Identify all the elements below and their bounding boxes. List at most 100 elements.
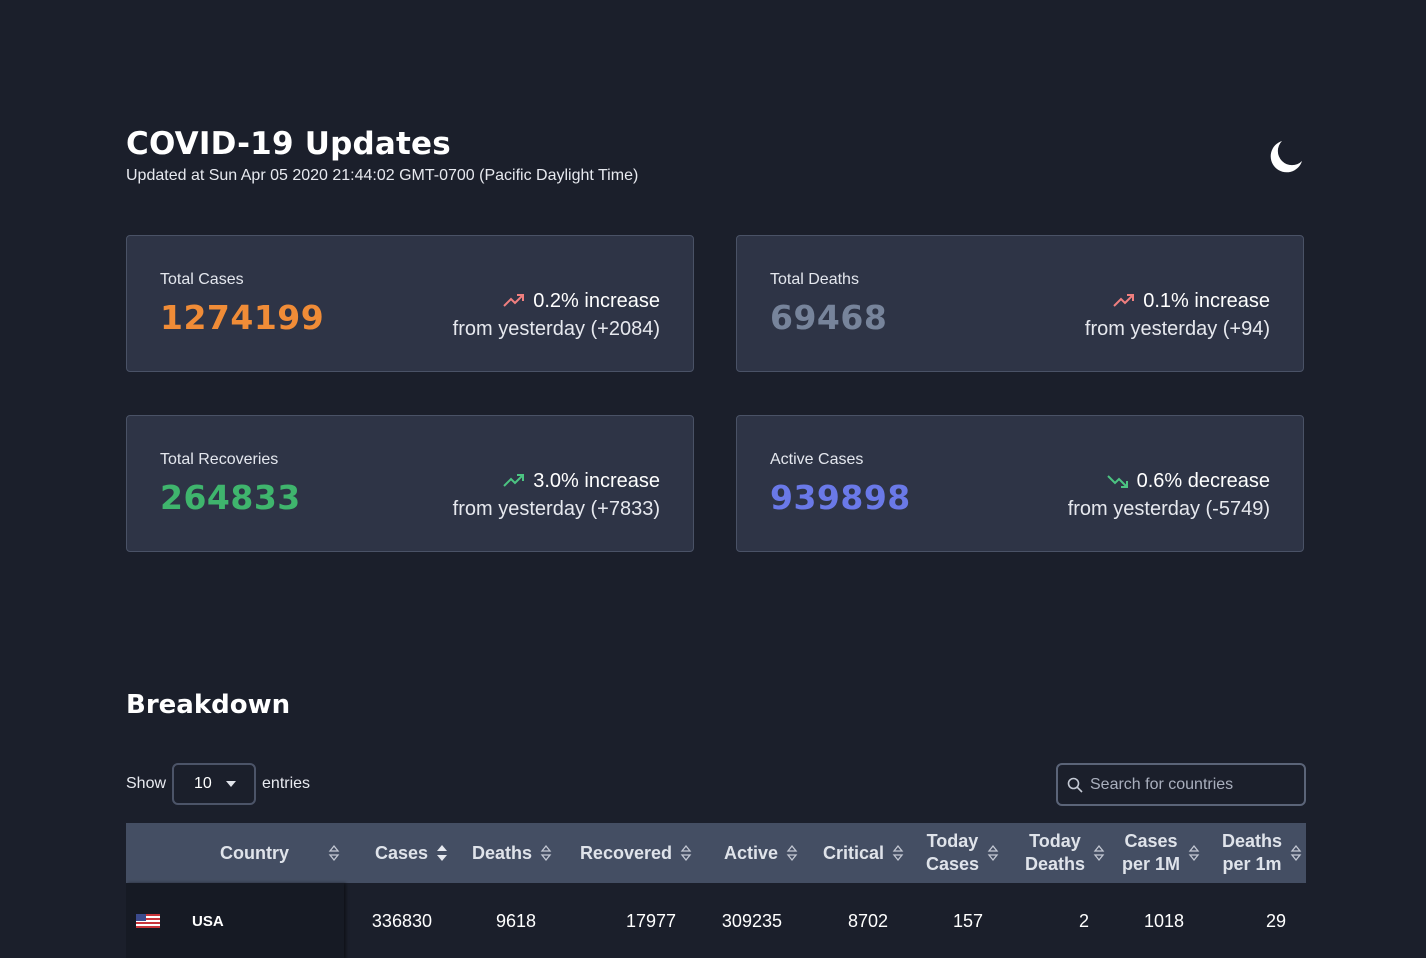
- sort-icon: [987, 844, 999, 862]
- sort-icon: [1188, 844, 1200, 862]
- page: COVID-19 Updates Updated at Sun Apr 05 2…: [0, 0, 1426, 958]
- column-header-label: Critical: [823, 842, 884, 865]
- stat-change-detail: from yesterday (-5749): [1067, 498, 1270, 520]
- table-cell: 9618: [495, 910, 536, 931]
- header: COVID-19 Updates Updated at Sun Apr 05 2…: [126, 124, 638, 186]
- column-header-label-line: Deaths: [1221, 831, 1282, 851]
- column-header-label-line: per 1m: [1222, 854, 1282, 874]
- trending-up-icon: [503, 474, 525, 487]
- stat-change-detail: from yesterday (+94): [1084, 318, 1270, 340]
- sort-active-icon: [437, 845, 447, 861]
- stat-value: 1274199: [160, 298, 325, 337]
- show-label: Show: [126, 775, 167, 792]
- stat-change-detail: from yesterday (+2084): [452, 318, 660, 340]
- stat-change-percent: 0.2% increase: [533, 290, 660, 312]
- column-header[interactable]: Deaths per 1m: [1204, 823, 1306, 883]
- stat-label: Total Cases: [160, 271, 244, 288]
- column-header[interactable]: Cases per 1M: [1109, 823, 1204, 883]
- stat-value: 69468: [770, 298, 888, 337]
- entries-select-value: 10: [194, 775, 212, 792]
- column-header-label-line: Cases: [925, 854, 979, 874]
- column-header[interactable]: Today Cases: [908, 823, 1003, 883]
- sort-icon: [1290, 844, 1302, 862]
- breakdown-table-container: Country Cases Deaths Recovered Active Critica…: [126, 823, 1306, 958]
- table-header-row: Country Cases Deaths Recovered Active Critica…: [126, 823, 1306, 883]
- trending-up-icon: [1113, 294, 1135, 307]
- column-header-label: Recovered: [580, 842, 672, 865]
- column-header-label-line: Active: [723, 842, 778, 863]
- stat-card-total-recoveries: Total Recoveries 264833 3.0% increase fr…: [126, 415, 694, 552]
- table-cell: 157: [952, 910, 983, 931]
- trending-down-icon: [1106, 475, 1128, 488]
- sort-icon: [540, 844, 552, 862]
- stat-value: 939898: [770, 478, 911, 517]
- table-cell: 29: [1265, 910, 1286, 931]
- column-header[interactable]: Recovered: [556, 823, 696, 883]
- column-header-label-line: Recovered: [579, 842, 672, 863]
- search-icon: [1067, 777, 1083, 793]
- column-header-label-line: Cases: [1124, 831, 1178, 851]
- page-title: COVID-19 Updates: [126, 126, 451, 162]
- country-name: USA: [192, 912, 224, 930]
- column-header-label-line: Critical: [822, 842, 884, 863]
- column-header-label: Deaths: [472, 842, 532, 865]
- column-header-label: Deaths per 1m: [1222, 830, 1282, 876]
- column-header-label-line: Deaths: [471, 842, 532, 863]
- column-header-label-line: Country: [220, 842, 289, 863]
- stat-change-percent: 0.6% decrease: [1136, 470, 1270, 492]
- stat-label: Total Recoveries: [160, 451, 279, 468]
- moon-icon[interactable]: [1264, 136, 1306, 178]
- column-header-label: Active: [724, 842, 778, 865]
- column-header[interactable]: Today Deaths: [1003, 823, 1109, 883]
- column-header-label-line: per 1M: [1121, 854, 1180, 874]
- stat-change: 0.2% increase from yesterday (+2084): [453, 288, 660, 344]
- stat-change-percent: 0.1% increase: [1143, 290, 1270, 312]
- table-row[interactable]: USA 336830 9618 17977 309235 8702 157 2 1018 29: [126, 883, 1306, 958]
- stat-change-detail: from yesterday (+7833): [452, 498, 660, 520]
- table-cell: 1018: [1143, 910, 1184, 931]
- stat-card-active-cases: Active Cases 939898 0.6% decrease from y…: [736, 415, 1304, 552]
- column-header-label: Today Deaths: [1025, 830, 1085, 876]
- stat-change: 0.6% decrease from yesterday (-5749): [1068, 468, 1270, 524]
- column-header-label-line: Today: [1029, 831, 1081, 851]
- sort-icon: [786, 844, 798, 862]
- table-cell: 17977: [625, 910, 676, 931]
- stat-change: 3.0% increase from yesterday (+7833): [453, 468, 660, 524]
- stat-change: 0.1% increase from yesterday (+94): [1085, 288, 1270, 344]
- column-header-label: Today Cases: [926, 830, 979, 876]
- column-header-country[interactable]: Country: [126, 823, 344, 883]
- stat-card-total-deaths: Total Deaths 69468 0.1% increase from ye…: [736, 235, 1304, 372]
- entries-select[interactable]: 10: [172, 763, 257, 805]
- column-header-label: Cases: [375, 842, 428, 865]
- breakdown-title: Breakdown: [126, 690, 291, 720]
- column-header-label-line: Today: [926, 831, 979, 851]
- sort-icon: [1093, 844, 1105, 862]
- trending-up-icon: [503, 294, 525, 307]
- column-header-label: Cases per 1M: [1122, 830, 1180, 876]
- search-input[interactable]: [1088, 774, 1292, 795]
- column-header[interactable]: Critical: [802, 823, 908, 883]
- column-header-label-line: Deaths: [1024, 854, 1085, 874]
- entries-length-control: Show 10 entries: [126, 763, 310, 805]
- updated-timestamp: Updated at Sun Apr 05 2020 21:44:02 GMT-…: [126, 167, 639, 184]
- column-header-label-line: Cases: [374, 842, 428, 863]
- sort-icon: [892, 844, 904, 862]
- stat-change-percent: 3.0% increase: [533, 470, 660, 492]
- stat-card-total-cases: Total Cases 1274199 0.2% increase from y…: [126, 235, 694, 372]
- search-box: [1056, 763, 1306, 806]
- column-header[interactable]: Cases: [344, 823, 452, 883]
- column-header[interactable]: Active: [696, 823, 802, 883]
- us-flag-icon: [136, 914, 160, 928]
- table-cell: 309235: [721, 910, 782, 931]
- column-header[interactable]: Deaths: [452, 823, 556, 883]
- sort-icon: [328, 844, 340, 862]
- stat-value: 264833: [160, 478, 301, 517]
- table-cell: 336830: [371, 910, 432, 931]
- column-header-label: Country: [220, 842, 289, 865]
- stat-label: Active Cases: [770, 451, 864, 468]
- breakdown-table: Country Cases Deaths Recovered Active Critica…: [126, 823, 1306, 958]
- table-cell: 2: [1078, 910, 1089, 931]
- country-cell: USA: [126, 883, 344, 958]
- stat-label: Total Deaths: [770, 271, 859, 288]
- sort-icon: [680, 844, 692, 862]
